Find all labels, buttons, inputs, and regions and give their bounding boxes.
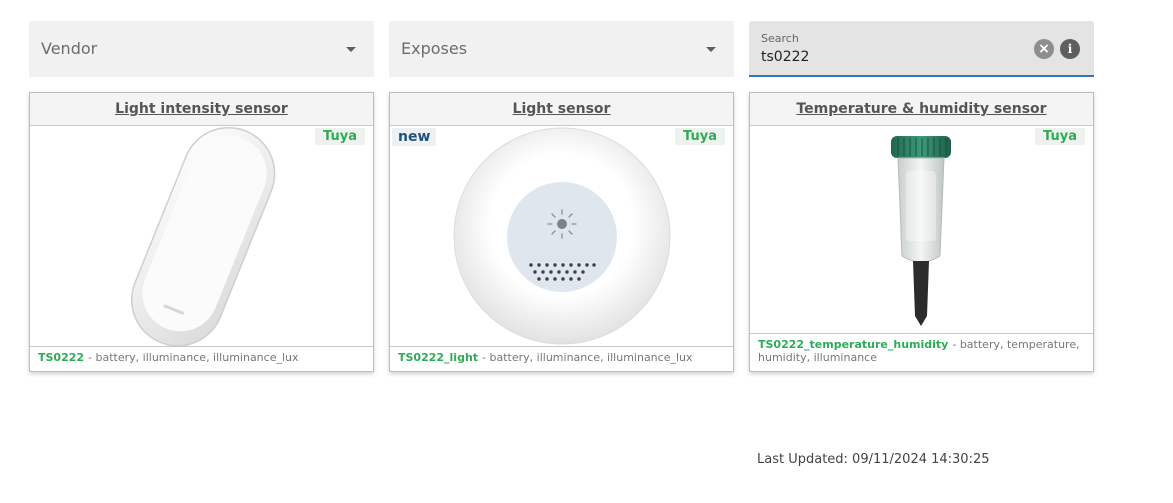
device-image: new Tuya	[390, 126, 733, 347]
card-footer: TS0222_light - battery, illuminance, illu…	[390, 347, 733, 368]
card-title: Temperature & humidity sensor	[750, 93, 1093, 126]
device-card: Temperature & humidity sensor Tuya TS022…	[749, 92, 1094, 372]
card-title: Light intensity sensor	[30, 93, 373, 126]
card-footer: TS0222 - battery, illuminance, illuminanc…	[30, 347, 373, 368]
device-card: Light intensity sensor Tuya TS0222 - batt…	[29, 92, 374, 372]
new-badge: new	[392, 128, 437, 146]
exposes-text: - battery, illuminance, illuminance_lux	[482, 351, 693, 364]
light-sensor-image	[453, 127, 671, 345]
clear-icon[interactable]: ×	[1034, 39, 1054, 59]
exposes-text: - battery, illuminance, illuminance_lux	[88, 351, 299, 364]
card-title-link[interactable]: Light intensity sensor	[115, 101, 288, 117]
device-card: Light sensor new Tuya TS0222_light - bat…	[389, 92, 734, 372]
info-icon[interactable]: i	[1060, 39, 1080, 59]
light-intensity-sensor-image	[130, 126, 276, 346]
chevron-down-icon	[706, 47, 716, 52]
card-title-link[interactable]: Temperature & humidity sensor	[796, 101, 1046, 117]
temperature-humidity-sensor-image	[891, 136, 951, 326]
card-footer: TS0222_temperature_humidity - battery, te…	[750, 334, 1093, 368]
last-updated-text: Last Updated: 09/11/2024 14:30:25	[757, 452, 990, 467]
exposes-select[interactable]: Exposes	[389, 21, 734, 77]
vendor-badge: Tuya	[315, 128, 365, 145]
model-link[interactable]: TS0222_temperature_humidity	[758, 338, 948, 351]
device-image: Tuya	[750, 126, 1093, 334]
card-title: Light sensor	[390, 93, 733, 126]
card-title-link[interactable]: Light sensor	[513, 101, 611, 117]
model-link[interactable]: TS0222	[38, 351, 84, 364]
vendor-select-label: Vendor	[41, 39, 98, 58]
chevron-down-icon	[346, 47, 356, 52]
vendor-badge: Tuya	[675, 128, 725, 145]
search-field[interactable]: Search ts0222 × i	[749, 21, 1094, 77]
search-label: Search	[761, 32, 799, 45]
exposes-select-label: Exposes	[401, 39, 468, 58]
model-link[interactable]: TS0222_light	[398, 351, 478, 364]
search-input[interactable]: ts0222	[761, 49, 809, 65]
vendor-badge: Tuya	[1035, 128, 1085, 145]
device-image: Tuya	[30, 126, 373, 347]
vendor-select[interactable]: Vendor	[29, 21, 374, 77]
